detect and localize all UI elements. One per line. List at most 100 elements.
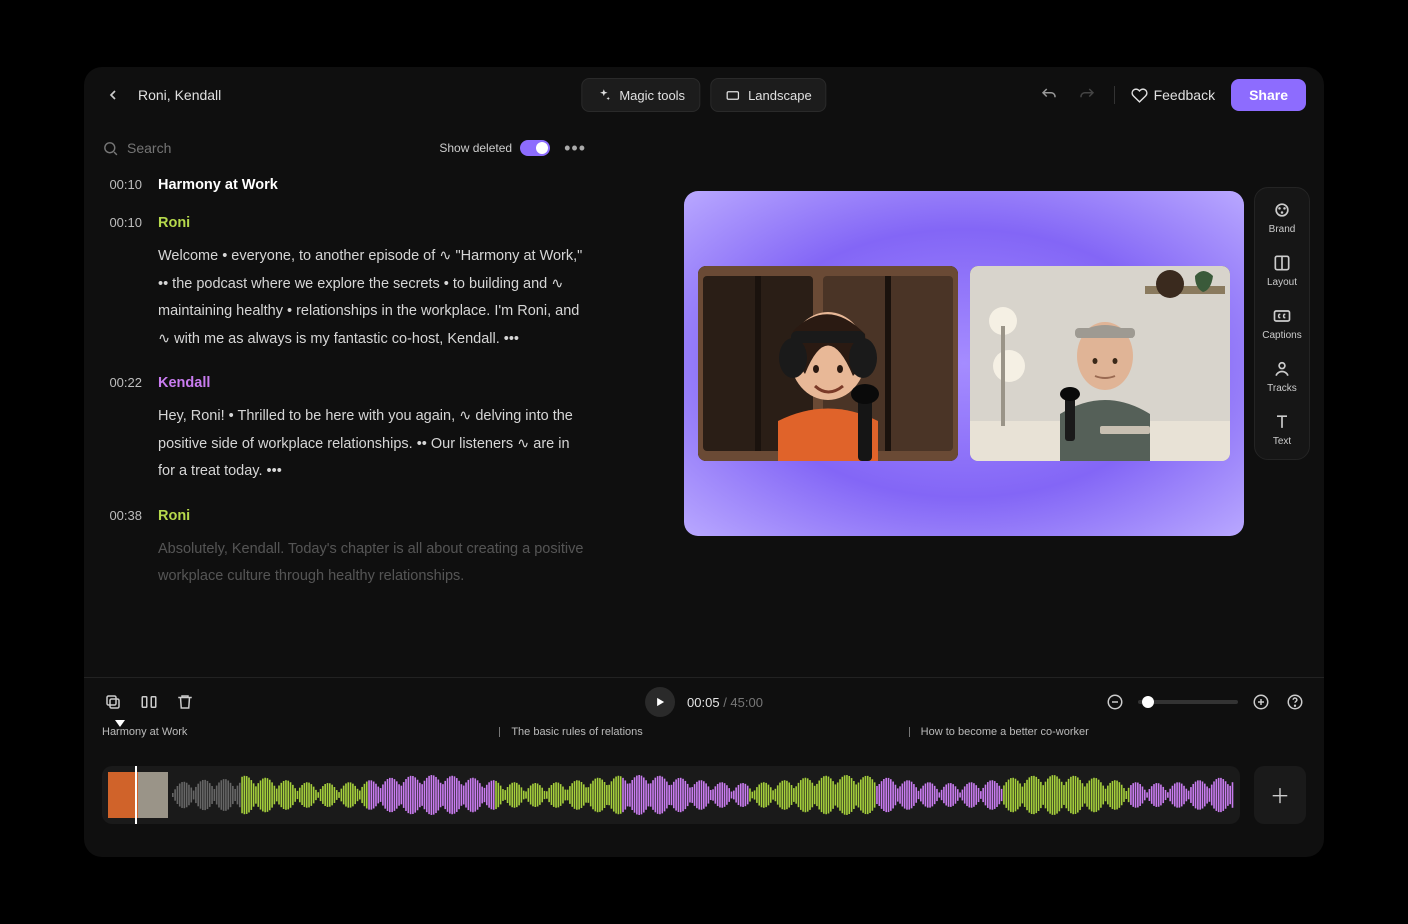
speaker-name: Roni <box>158 508 586 524</box>
layout-icon <box>1272 253 1292 273</box>
search-input[interactable] <box>127 140 287 156</box>
clip-thumbnail <box>108 772 168 818</box>
text-icon <box>1272 412 1292 432</box>
zoom-slider[interactable] <box>1138 700 1238 704</box>
redo-icon <box>1078 86 1096 104</box>
speaker-name: Kendall <box>158 375 586 391</box>
undo-icon <box>1040 86 1058 104</box>
landscape-label: Landscape <box>748 88 812 103</box>
video-tile-left <box>698 266 958 461</box>
feedback-button[interactable]: Feedback <box>1131 87 1215 104</box>
rail-item-text[interactable]: Text <box>1272 412 1292 447</box>
zoom-out-button[interactable] <box>1104 691 1126 713</box>
chapter-label: How to become a better co-worker <box>921 726 1089 738</box>
search-icon <box>102 140 119 157</box>
help-button[interactable] <box>1284 691 1306 713</box>
app-frame: Roni, Kendall Magic tools Landscape Feed… <box>84 67 1324 857</box>
rail-label: Layout <box>1267 277 1297 288</box>
show-deleted-toggle-group: Show deleted ••• <box>439 138 586 159</box>
magic-tools-button[interactable]: Magic tools <box>581 78 700 112</box>
rail-label: Brand <box>1269 224 1296 235</box>
transcript-entry: Harmony at Work <box>158 177 586 193</box>
delete-tool[interactable] <box>174 691 196 713</box>
chapter-marker[interactable]: How to become a better co-worker <box>909 726 1089 738</box>
playback-center: 00:05 / 45:00 <box>645 687 763 717</box>
landscape-icon <box>725 88 740 103</box>
transcript-entry: Roni Absolutely, Kendall. Today's chapter… <box>158 508 586 591</box>
timestamp: 00:22 <box>102 375 142 486</box>
captions-icon <box>1272 306 1292 326</box>
chapter-label: The basic rules of relations <box>511 726 642 738</box>
magic-tools-label: Magic tools <box>619 88 685 103</box>
transcript-line[interactable]: 00:10 Harmony at Work <box>102 177 586 193</box>
transcript-line[interactable]: 00:10 Roni Welcome • everyone, to another … <box>102 215 586 353</box>
total-time: 45:00 <box>730 695 763 710</box>
share-button[interactable]: Share <box>1231 79 1306 111</box>
timestamp: 00:10 <box>102 215 142 353</box>
preview-area <box>604 123 1324 677</box>
show-deleted-toggle[interactable] <box>520 140 550 156</box>
zoom-in-button[interactable] <box>1250 691 1272 713</box>
waveform <box>172 775 1234 815</box>
zoom-knob[interactable] <box>1142 696 1154 708</box>
split-icon <box>140 693 158 711</box>
plus-circle-icon <box>1252 693 1270 711</box>
chevron-left-icon <box>105 87 121 103</box>
redo-button[interactable] <box>1076 84 1098 106</box>
more-menu-button[interactable]: ••• <box>564 138 586 159</box>
heart-icon <box>1131 87 1148 104</box>
back-button[interactable] <box>102 84 124 106</box>
timeline-row: ＋ <box>84 746 1324 857</box>
undo-button[interactable] <box>1038 84 1060 106</box>
transcript-text[interactable]: Absolutely, Kendall. Today's chapter is … <box>158 536 586 591</box>
feedback-label: Feedback <box>1154 87 1215 103</box>
add-track-button[interactable]: ＋ <box>1254 766 1306 824</box>
show-deleted-label: Show deleted <box>439 141 512 155</box>
sparkle-icon <box>596 88 611 103</box>
divider <box>1114 86 1115 104</box>
speaker-name: Roni <box>158 215 586 231</box>
transcript-body[interactable]: 00:10 Harmony at Work 00:10 Roni Welcome • e… <box>102 173 586 667</box>
landscape-button[interactable]: Landscape <box>710 78 827 112</box>
chapter-label: Harmony at Work <box>102 726 187 738</box>
transcript-panel: Show deleted ••• 00:10Harmony at Work00:… <box>84 123 604 677</box>
side-rail: Brand Layout Captions Tracks Text <box>1254 187 1310 460</box>
play-icon <box>653 695 667 709</box>
playback-row: 00:05 / 45:00 <box>84 678 1324 726</box>
video-preview[interactable] <box>684 191 1244 536</box>
timeline-left-tools <box>102 691 196 713</box>
toggle-knob <box>536 142 548 154</box>
tracks-icon <box>1272 359 1292 379</box>
main: Show deleted ••• 00:10Harmony at Work00:… <box>84 123 1324 677</box>
split-tool[interactable] <box>138 691 160 713</box>
chapters-row: Harmony at Work The basic rules of relati… <box>102 726 1306 746</box>
playhead-line[interactable] <box>135 766 137 824</box>
timestamp: 00:38 <box>102 508 142 591</box>
header-right: Feedback Share <box>1038 79 1306 111</box>
timestamp: 00:10 <box>102 177 142 193</box>
transcript-text[interactable]: Welcome • everyone, to another episode o… <box>158 243 586 353</box>
video-tile-right <box>970 266 1230 461</box>
transcript-line[interactable]: 00:22 Kendall Hey, Roni! • Thrilled to be … <box>102 375 586 486</box>
brand-icon <box>1272 200 1292 220</box>
rail-item-captions[interactable]: Captions <box>1262 306 1301 341</box>
timeline-track[interactable] <box>102 766 1240 824</box>
rail-item-layout[interactable]: Layout <box>1267 253 1297 288</box>
chapter-marker[interactable]: The basic rules of relations <box>499 726 642 738</box>
header-center: Magic tools Landscape <box>581 78 826 112</box>
transcript-text[interactable]: Hey, Roni! • Thrilled to be here with yo… <box>158 403 586 486</box>
trash-icon <box>176 693 194 711</box>
rail-item-brand[interactable]: Brand <box>1269 200 1296 235</box>
transcript-line[interactable]: 00:38 Roni Absolutely, Kendall. Today's ch… <box>102 508 586 591</box>
timeline-right-tools <box>1104 691 1306 713</box>
project-title: Roni, Kendall <box>138 87 221 103</box>
rail-item-tracks[interactable]: Tracks <box>1267 359 1297 394</box>
chapter-title: Harmony at Work <box>158 177 586 193</box>
search-wrap <box>102 140 429 157</box>
select-tool[interactable] <box>102 691 124 713</box>
chapter-marker[interactable]: Harmony at Work <box>102 726 187 738</box>
transcript-entry: Kendall Hey, Roni! • Thrilled to be here … <box>158 375 586 486</box>
current-time: 00:05 <box>687 695 720 710</box>
play-button[interactable] <box>645 687 675 717</box>
time-display: 00:05 / 45:00 <box>687 695 763 710</box>
